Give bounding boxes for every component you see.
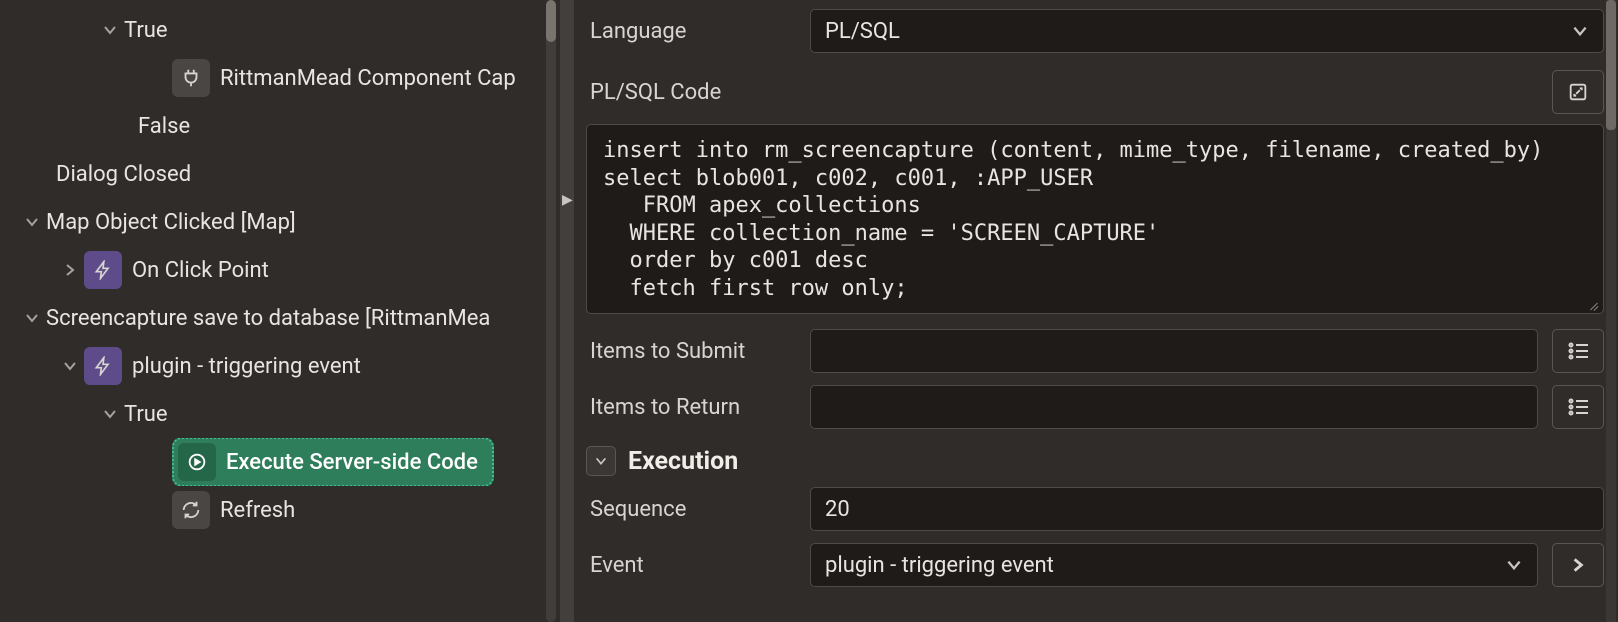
tree-node-screencapture[interactable]: Screencapture save to database [RittmanM… (0, 294, 560, 342)
plsql-code-editor[interactable]: insert into rm_screencapture (content, m… (586, 124, 1604, 314)
splitter-handle-icon: ▶ (562, 192, 573, 208)
tree-node-map-clicked[interactable]: Map Object Clicked [Map] (0, 198, 560, 246)
scrollbar[interactable] (1606, 0, 1616, 622)
chevron-right-icon (56, 262, 84, 278)
items-submit-picker-button[interactable] (1552, 329, 1604, 373)
items-submit-input[interactable] (810, 329, 1538, 373)
tree-label: RittmanMead Component Cap (220, 66, 516, 91)
properties-panel: Language PL/SQL PL/SQL Code insert into … (574, 0, 1618, 622)
chevron-down-icon (56, 358, 84, 374)
chevron-down-icon (18, 310, 46, 326)
code-label: PL/SQL Code (586, 80, 1538, 105)
chevron-down-icon (96, 22, 124, 38)
code-text: insert into rm_screencapture (content, m… (603, 138, 1543, 301)
chevron-down-icon (96, 406, 124, 422)
event-value: plugin - triggering event (825, 553, 1054, 578)
event-select[interactable]: plugin - triggering event (810, 543, 1538, 587)
items-return-label: Items to Return (586, 395, 796, 420)
tree-node-true[interactable]: True (0, 6, 560, 54)
tree-label: plugin - triggering event (132, 354, 361, 379)
language-value: PL/SQL (825, 19, 900, 44)
splitter[interactable]: ▶ (560, 0, 574, 622)
tree-label: Refresh (220, 498, 295, 523)
sequence-label: Sequence (586, 497, 796, 522)
tree-node-true-2[interactable]: True (0, 390, 560, 438)
resize-handle-icon[interactable] (1587, 297, 1601, 311)
execution-section-title: Execution (628, 447, 738, 476)
tree-label: Screencapture save to database [RittmanM… (46, 306, 490, 331)
lightning-icon (84, 347, 122, 385)
scrollbar-thumb[interactable] (546, 0, 556, 42)
tree-label: On Click Point (132, 258, 269, 283)
execution-section-header[interactable]: Execution (586, 446, 1604, 476)
lightning-icon (84, 251, 122, 289)
scrollbar-thumb[interactable] (1606, 0, 1616, 130)
tree-node-dialog-closed[interactable]: Dialog Closed (0, 150, 560, 198)
sequence-input[interactable]: 20 (810, 487, 1604, 531)
tree-node-refresh[interactable]: Refresh (0, 486, 560, 534)
tree-label: False (138, 114, 190, 139)
plug-icon (172, 59, 210, 97)
tree-node-plugin-trigger[interactable]: plugin - triggering event (0, 342, 560, 390)
tree-node-execute-server[interactable]: Execute Server-side Code (0, 438, 560, 486)
tree-label: Execute Server-side Code (226, 450, 478, 475)
refresh-icon (172, 491, 210, 529)
event-label: Event (586, 553, 796, 578)
tree-label: Dialog Closed (56, 162, 191, 187)
tree-node-component[interactable]: RittmanMead Component Cap (0, 54, 560, 102)
tree-label: True (124, 18, 168, 43)
tree-panel: True RittmanMead Component Cap False Dia… (0, 0, 560, 622)
language-select[interactable]: PL/SQL (810, 9, 1604, 53)
chevron-down-icon (1571, 22, 1589, 40)
tree-node-on-click-point[interactable]: On Click Point (0, 246, 560, 294)
chevron-down-icon (1505, 556, 1523, 574)
chevron-down-icon (18, 214, 46, 230)
tree-node-false[interactable]: False (0, 102, 560, 150)
tree-label: True (124, 402, 168, 427)
sequence-value: 20 (825, 497, 850, 522)
items-return-input[interactable] (810, 385, 1538, 429)
chevron-down-icon (586, 446, 616, 476)
tree-label: Map Object Clicked [Map] (46, 210, 296, 235)
expand-code-button[interactable] (1552, 70, 1604, 114)
items-submit-label: Items to Submit (586, 339, 796, 364)
event-goto-button[interactable] (1552, 543, 1604, 587)
items-return-picker-button[interactable] (1552, 385, 1604, 429)
gear-play-icon (178, 443, 216, 481)
scrollbar[interactable] (546, 0, 556, 622)
language-label: Language (586, 19, 796, 44)
